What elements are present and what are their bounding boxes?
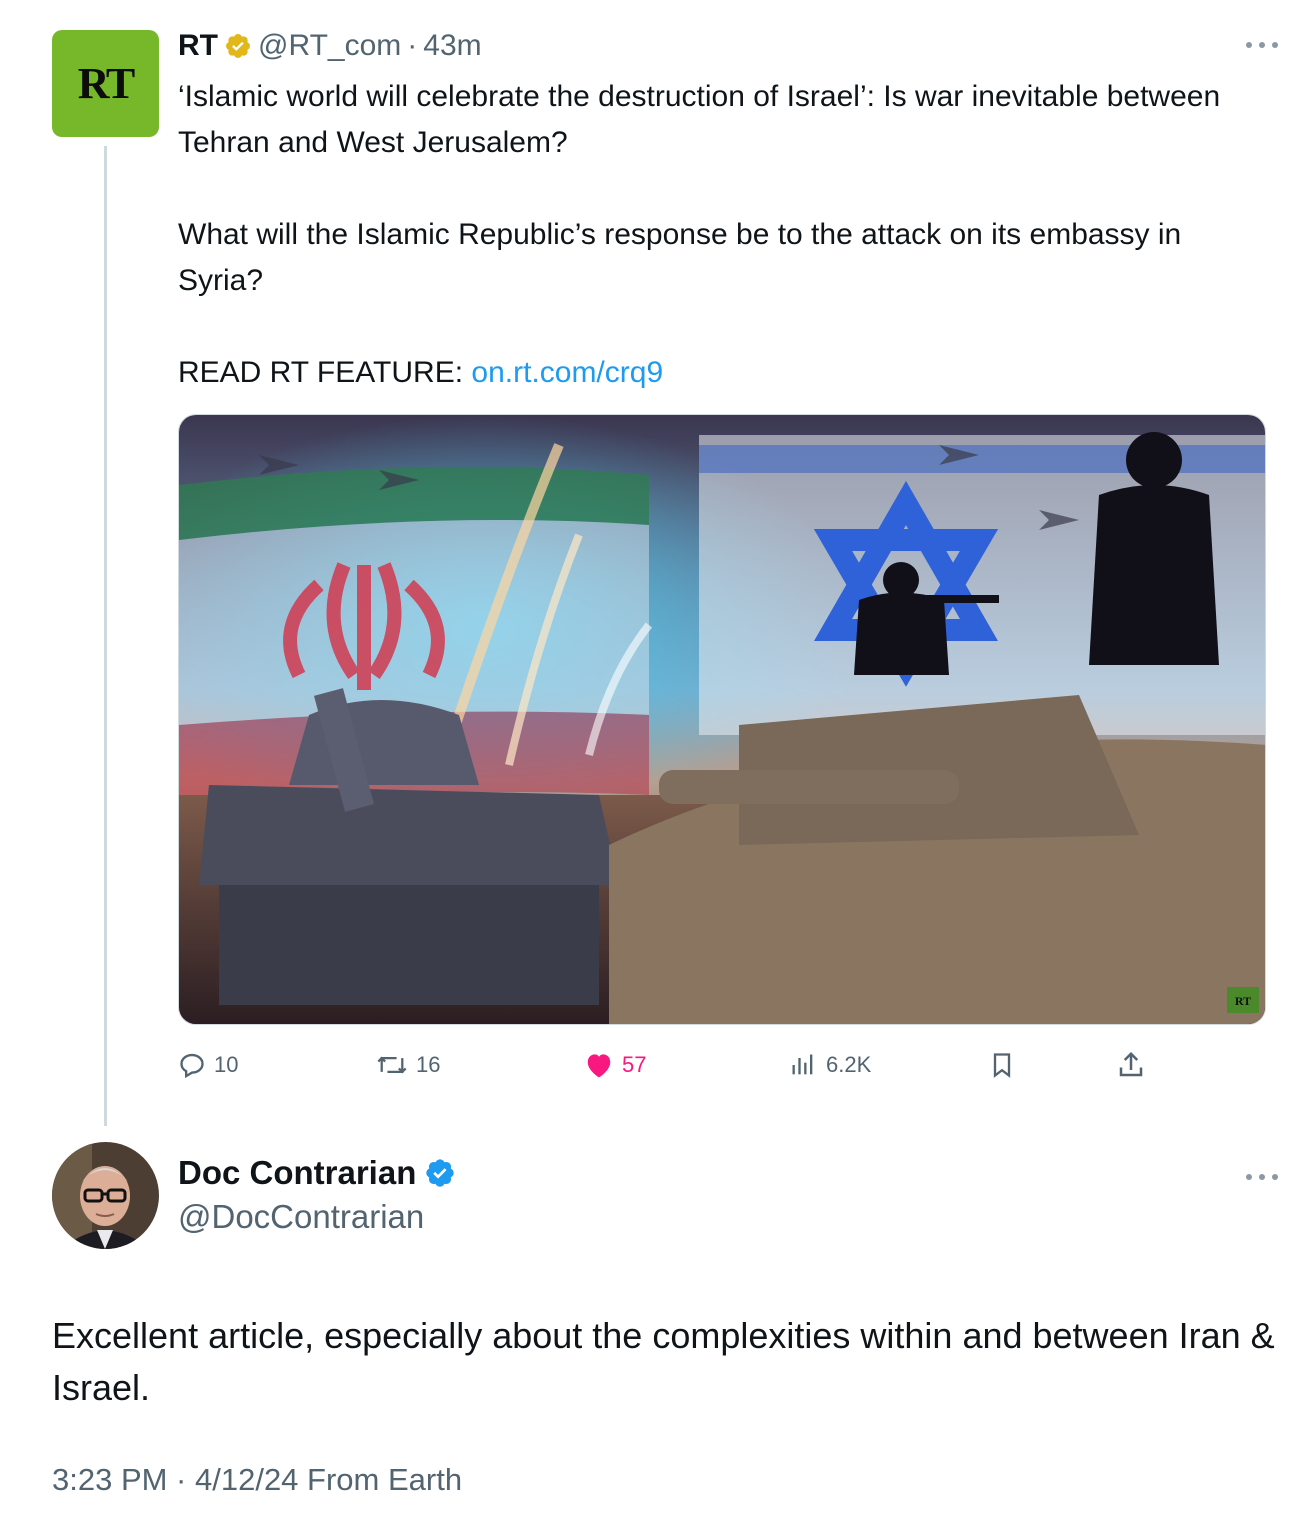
original-author-name[interactable]: RT: [178, 29, 218, 63]
header-separator: ·: [407, 29, 418, 62]
reply-tweet-text: Excellent article, especially about the …: [52, 1315, 1275, 1408]
reply-author-name[interactable]: Doc Contrarian: [178, 1154, 416, 1192]
reply-author-row: Doc Contrarian: [178, 1154, 456, 1192]
original-tweet-actions: 10 16 57 6.2K: [178, 1040, 1178, 1090]
avatar-portrait: [52, 1142, 159, 1249]
tweet-media-image[interactable]: RT: [178, 414, 1266, 1025]
share-action[interactable]: [1116, 1040, 1154, 1090]
like-count: 57: [622, 1052, 647, 1077]
original-author-handle[interactable]: @RT_com: [258, 29, 401, 63]
gold-verified-badge-icon: [226, 34, 250, 58]
reply-count: 10: [214, 1052, 239, 1077]
bookmark-action[interactable]: [988, 1040, 1024, 1090]
heart-icon: [587, 1054, 611, 1078]
like-action[interactable]: 57: [584, 1040, 646, 1090]
reply-timestamp[interactable]: 3:23 PM · 4/12/24 From Earth: [52, 1462, 462, 1498]
thread-connector-line: [104, 146, 107, 1126]
original-more-options-icon[interactable]: [1246, 40, 1278, 50]
tweet-text-line-1: ‘Islamic world will celebrate the destru…: [178, 80, 1221, 159]
views-count: 6.2K: [826, 1052, 872, 1077]
original-tweet-time[interactable]: 43m: [423, 29, 481, 63]
rt-avatar[interactable]: RT: [52, 30, 159, 137]
original-tweet-text: ‘Islamic world will celebrate the destru…: [178, 74, 1268, 396]
original-tweet-header: RT @RT_com · 43m: [178, 26, 482, 66]
tweet-text-line-2: What will the Islamic Republic’s respons…: [178, 218, 1182, 297]
repost-icon: [377, 1056, 407, 1074]
repost-count: 16: [416, 1052, 441, 1077]
blue-verified-badge-icon: [426, 1159, 455, 1187]
rt-avatar-logo: RT: [77, 59, 136, 108]
views-bar-chart-icon: [792, 1054, 813, 1075]
read-feature-label: READ RT FEATURE:: [178, 356, 472, 389]
share-upload-icon: [1119, 1051, 1143, 1077]
article-link[interactable]: on.rt.com/crq9: [471, 356, 663, 389]
reply-author-handle[interactable]: @DocContrarian: [178, 1198, 424, 1236]
repost-action[interactable]: 16: [376, 1040, 440, 1090]
media-watermark-text: RT: [1235, 994, 1251, 1008]
tweet-read-line: READ RT FEATURE: on.rt.com/crq9: [178, 350, 1268, 396]
bookmark-icon: [993, 1053, 1011, 1078]
media-illustration: RT: [179, 415, 1265, 1024]
views-action[interactable]: 6.2K: [788, 1040, 871, 1090]
doccontrarian-avatar[interactable]: [52, 1142, 159, 1249]
reply-action[interactable]: 10: [178, 1040, 238, 1090]
reply-more-options-icon[interactable]: [1246, 1172, 1278, 1182]
reply-icon: [180, 1053, 204, 1079]
